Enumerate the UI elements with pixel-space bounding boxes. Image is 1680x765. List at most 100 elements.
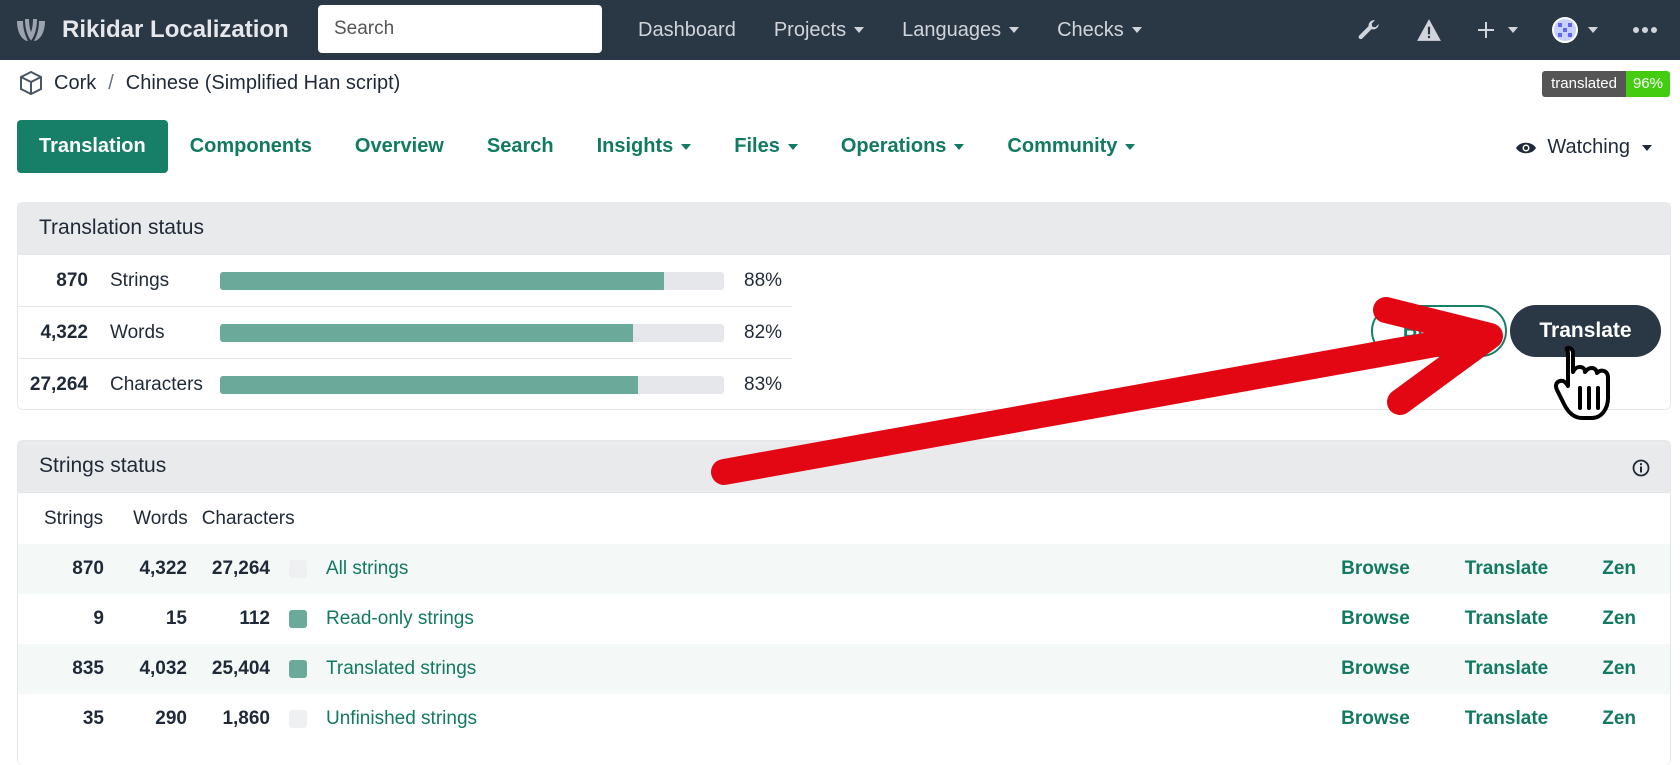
- brand-name: Rikidar Localization: [62, 16, 289, 43]
- stat-label: Words: [110, 321, 165, 343]
- table-row: 35 290 1,860 Unfinished strings Browse T…: [18, 694, 1670, 744]
- plus-icon[interactable]: [1476, 20, 1518, 40]
- translation-status-panel: Translation status 870 Strings 88% 4,322…: [17, 202, 1671, 410]
- cell-words: 4,322: [139, 558, 187, 579]
- tab-overview[interactable]: Overview: [355, 135, 444, 158]
- tab-operations-label: Operations: [840, 135, 947, 157]
- eye-icon: [1516, 142, 1537, 153]
- translate-link[interactable]: Translate: [1465, 708, 1548, 730]
- nav-projects[interactable]: Projects: [773, 18, 865, 42]
- string-filter-link[interactable]: All strings: [326, 558, 408, 580]
- string-filter-link[interactable]: Read-only strings: [326, 608, 474, 630]
- zen-link[interactable]: Zen: [1602, 608, 1636, 630]
- tab-search-label: Search: [486, 135, 554, 157]
- translation-status-title: Translation status: [18, 203, 1670, 255]
- header-strings: Strings: [44, 508, 104, 529]
- breadcrumb: Cork / Chinese (Simplified Han script): [18, 70, 400, 96]
- nav-languages[interactable]: Languages: [902, 19, 1020, 42]
- browse-link[interactable]: Browse: [1341, 658, 1410, 680]
- chevron-down-icon: [787, 143, 798, 150]
- tab-files[interactable]: Files: [734, 135, 798, 158]
- cell-strings: 835: [72, 658, 104, 679]
- browse-button[interactable]: Browse: [1371, 305, 1507, 357]
- tab-search[interactable]: Search: [487, 135, 554, 158]
- chevron-down-icon: [1642, 144, 1652, 151]
- watching-dropdown[interactable]: Watching: [1515, 136, 1652, 159]
- stat-percent: 82%: [744, 321, 783, 343]
- row-actions: Browse Translate Zen: [1341, 594, 1670, 644]
- cell-words: 4,032: [139, 658, 187, 679]
- stat-label: Strings: [110, 269, 170, 291]
- translate-link[interactable]: Translate: [1465, 608, 1548, 630]
- stat-row-words: 4,322 Words 82%: [18, 307, 792, 359]
- warning-icon[interactable]: [1416, 18, 1442, 42]
- cell-chars: 27,264: [211, 558, 270, 579]
- status-swatch: [289, 660, 307, 678]
- tab-bar: Translation Components Overview Search I…: [17, 120, 1178, 173]
- nav-checks[interactable]: Checks: [1057, 19, 1142, 42]
- breadcrumb-language[interactable]: Chinese (Simplified Han script): [126, 72, 401, 95]
- translate-link[interactable]: Translate: [1465, 658, 1548, 680]
- browse-link[interactable]: Browse: [1341, 608, 1410, 630]
- tab-translation[interactable]: Translation: [17, 120, 168, 173]
- status-swatch: [289, 710, 307, 728]
- string-filter-link[interactable]: Unfinished strings: [326, 708, 477, 730]
- stat-count: 4,322: [40, 321, 88, 343]
- package-icon: [20, 70, 42, 96]
- chevron-down-icon: [1009, 27, 1020, 33]
- user-menu[interactable]: [1552, 17, 1598, 43]
- strings-status-title: Strings status: [18, 441, 1670, 493]
- nav-right: [1356, 0, 1680, 60]
- chevron-down-icon: [681, 143, 692, 150]
- browse-link[interactable]: Browse: [1341, 558, 1410, 580]
- translate-button[interactable]: Translate: [1510, 305, 1661, 357]
- stat-percent: 83%: [744, 374, 783, 395]
- row-actions: Browse Translate Zen: [1341, 544, 1670, 594]
- nav-dashboard-label: Dashboard: [638, 18, 736, 41]
- tab-insights[interactable]: Insights: [597, 135, 692, 158]
- zen-link[interactable]: Zen: [1602, 658, 1636, 680]
- string-filter-link[interactable]: Translated strings: [326, 658, 476, 680]
- nav-dashboard[interactable]: Dashboard: [638, 19, 736, 42]
- tab-overview-label: Overview: [354, 135, 444, 157]
- strings-status-panel: Strings status Strings Words Characters …: [17, 440, 1671, 765]
- tab-components[interactable]: Components: [190, 135, 312, 158]
- zen-link[interactable]: Zen: [1602, 708, 1636, 730]
- brand[interactable]: Rikidar Localization: [14, 15, 289, 45]
- tab-components-label: Components: [189, 135, 312, 157]
- header-characters: Characters: [201, 508, 295, 529]
- wrench-icon[interactable]: [1356, 17, 1382, 43]
- more-icon[interactable]: [1632, 26, 1658, 34]
- stat-percent: 88%: [744, 269, 783, 291]
- browse-link[interactable]: Browse: [1341, 708, 1410, 730]
- stat-label: Characters: [110, 374, 203, 395]
- chevron-down-icon: [854, 27, 865, 33]
- nav-links: Dashboard Projects Languages Checks: [638, 0, 1180, 60]
- tab-operations[interactable]: Operations: [841, 135, 965, 158]
- cell-strings: 870: [72, 558, 104, 579]
- avatar: [1552, 17, 1578, 43]
- row-actions: Browse Translate Zen: [1341, 644, 1670, 694]
- nav-projects-label: Projects: [773, 18, 847, 41]
- translate-link[interactable]: Translate: [1465, 558, 1548, 580]
- stat-row-characters: 27,264 Characters 83%: [18, 359, 792, 411]
- cell-words: 290: [155, 708, 187, 729]
- cell-strings: 9: [93, 608, 104, 629]
- chevron-down-icon: [1125, 143, 1136, 150]
- cell-strings: 35: [82, 708, 104, 729]
- badge-value: 96%: [1625, 71, 1670, 97]
- tab-community[interactable]: Community: [1007, 135, 1136, 158]
- progress-bar: [220, 323, 724, 342]
- cell-chars: 1,860: [222, 708, 270, 729]
- progress-fill: [220, 376, 639, 394]
- breadcrumb-project[interactable]: Cork: [54, 72, 96, 95]
- status-swatch: [289, 610, 307, 628]
- strings-table-header: Strings Words Characters: [18, 508, 295, 530]
- stat-count: 27,264: [29, 374, 88, 395]
- info-icon[interactable]: [1632, 459, 1650, 477]
- progress-bar: [220, 271, 724, 290]
- top-navbar: Rikidar Localization Dashboard Projects …: [0, 0, 1680, 60]
- tab-files-label: Files: [734, 135, 780, 157]
- search-input[interactable]: [318, 5, 602, 53]
- zen-link[interactable]: Zen: [1602, 558, 1636, 580]
